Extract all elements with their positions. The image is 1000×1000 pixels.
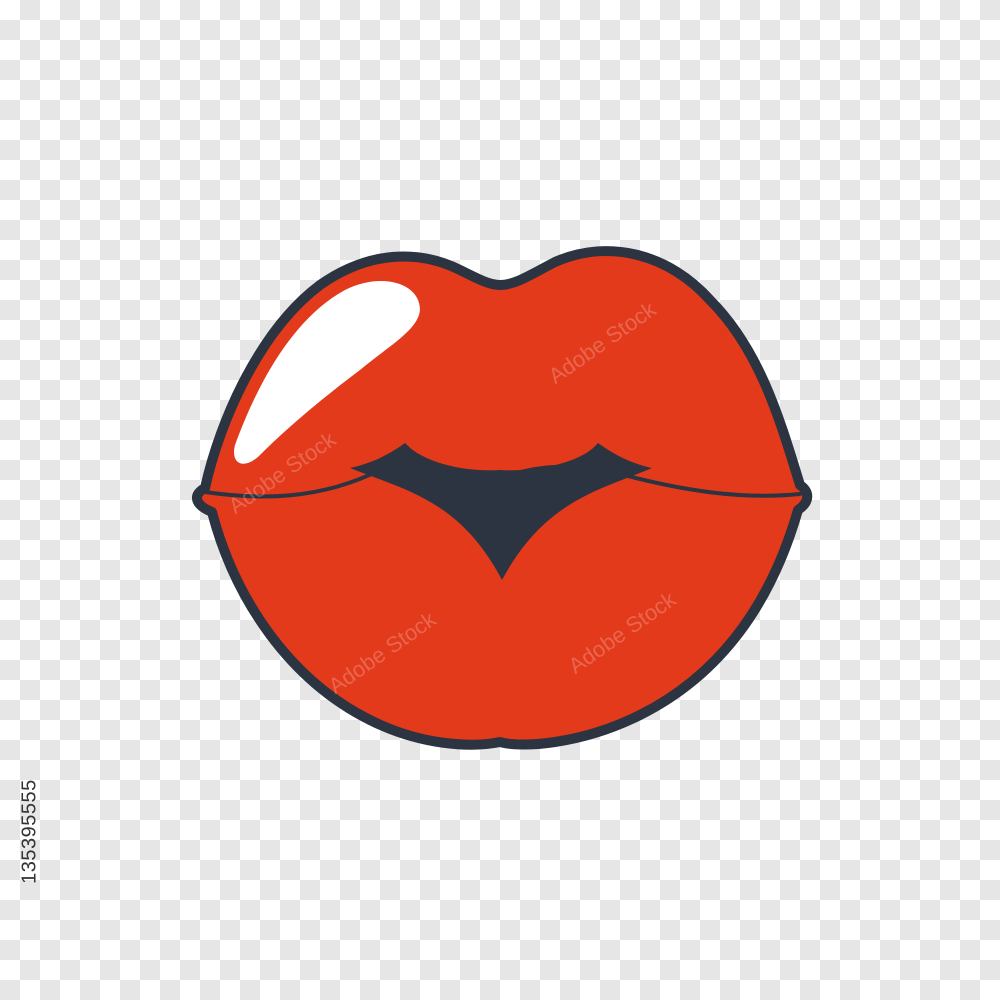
lips-illustration <box>192 246 813 750</box>
transparent-checkerboard-background: Adobe Stock Adobe Stock Adobe Stock Adob… <box>0 0 1000 1000</box>
stock-id-label: 135395555 <box>18 779 41 884</box>
